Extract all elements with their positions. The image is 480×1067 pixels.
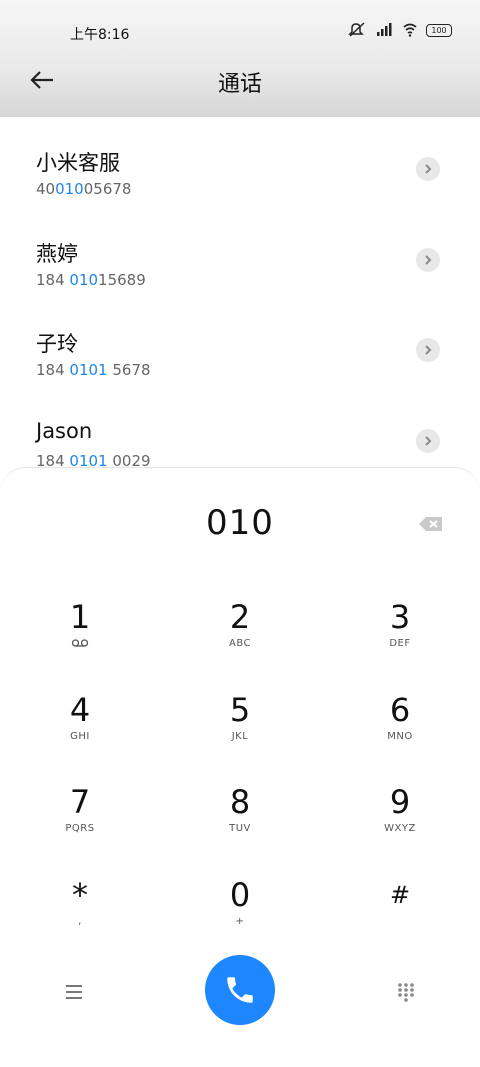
dial-key-hash[interactable]: # <box>340 876 460 956</box>
contact-name: 燕婷 <box>36 242 78 266</box>
contact-name: 小米客服 <box>36 151 120 175</box>
key-letters: ABC <box>228 638 251 649</box>
status-icons: 100 <box>348 22 452 38</box>
call-button[interactable] <box>205 955 275 1025</box>
chevron-right-icon <box>425 255 432 265</box>
wifi-icon <box>403 23 417 37</box>
dial-key-4[interactable]: 4 GHI <box>20 691 140 771</box>
key-letters: PQRS <box>65 823 95 834</box>
dialpad-toggle-button[interactable] <box>394 980 418 1004</box>
number-suffix: 15689 <box>98 271 146 289</box>
key-digit: * <box>72 876 88 914</box>
key-letters: TUV <box>229 823 251 834</box>
number-suffix: 05678 <box>83 180 132 198</box>
contact-name: 子玲 <box>36 332 78 356</box>
key-letters: MNO <box>387 731 413 742</box>
mute-vibrate-icon <box>348 22 365 37</box>
dial-input[interactable]: 010 <box>0 503 480 543</box>
chevron-right-icon <box>425 164 432 174</box>
key-letters: DEF <box>389 638 411 649</box>
contact-detail-button[interactable] <box>416 157 440 181</box>
dial-key-1[interactable]: 1 <box>20 598 140 678</box>
dial-key-9[interactable]: 9 WXYZ <box>340 783 460 863</box>
dial-key-5[interactable]: 5 JKL <box>180 691 300 771</box>
dial-key-3[interactable]: 3 DEF <box>340 598 460 678</box>
key-letters: , <box>78 916 82 927</box>
number-prefix: 184 <box>36 361 70 379</box>
voicemail-icon <box>20 638 140 651</box>
key-digit: 6 <box>389 691 411 729</box>
dialpad-icon <box>398 983 414 1002</box>
dial-key-2[interactable]: 2 ABC <box>180 598 300 678</box>
key-digit: 8 <box>229 783 251 821</box>
key-digit: 0 <box>229 876 251 914</box>
contact-detail-button[interactable] <box>416 248 440 272</box>
contact-item[interactable]: 子玲 184 0101 5678 <box>0 328 480 419</box>
dial-key-8[interactable]: 8 TUV <box>180 783 300 863</box>
menu-button[interactable] <box>62 980 86 1004</box>
contact-number: 184 01015689 <box>36 271 146 289</box>
header: 上午8:16 100 通话 <box>0 0 480 117</box>
contact-detail-button[interactable] <box>416 338 440 362</box>
contact-item[interactable]: 小米客服 4001005678 <box>0 147 480 238</box>
chevron-right-icon <box>425 345 432 355</box>
number-match: 010 <box>69 271 99 289</box>
contact-number: 4001005678 <box>36 180 131 198</box>
number-match: 010 <box>55 180 84 198</box>
key-digit: 7 <box>69 783 91 821</box>
number-suffix: 5678 <box>107 361 151 379</box>
key-letters: WXYZ <box>384 823 416 834</box>
menu-icon <box>66 985 82 999</box>
status-time: 上午8:16 <box>70 27 130 43</box>
dial-key-star[interactable]: * , <box>20 876 140 956</box>
chevron-right-icon <box>425 436 432 446</box>
backspace-icon <box>419 517 442 531</box>
number-match: 0101 <box>69 361 108 379</box>
battery-icon: 100 <box>426 23 452 37</box>
number-prefix: 40 <box>36 180 56 198</box>
key-letters: + <box>235 916 245 927</box>
contact-name: Jason <box>36 419 93 443</box>
page-title: 通话 <box>217 72 262 97</box>
key-digit: 3 <box>389 598 411 636</box>
dial-key-6[interactable]: 6 MNO <box>340 691 460 771</box>
key-digit: 1 <box>69 598 91 636</box>
key-digit: 2 <box>229 598 251 636</box>
key-digit: 5 <box>229 691 251 729</box>
battery-level: 100 <box>431 25 447 35</box>
contact-number: 184 0101 5678 <box>36 361 151 379</box>
key-letters: GHI <box>70 731 90 742</box>
key-digit: # <box>389 881 411 909</box>
contact-item[interactable]: 燕婷 184 01015689 <box>0 238 480 329</box>
key-digit: 9 <box>389 783 411 821</box>
number-prefix: 184 <box>36 271 70 289</box>
backspace-button[interactable] <box>418 514 444 534</box>
dial-key-7[interactable]: 7 PQRS <box>20 783 140 863</box>
phone-icon <box>227 977 253 1003</box>
dial-key-0[interactable]: 0 + <box>180 876 300 956</box>
signal-icon <box>377 23 392 36</box>
contact-detail-button[interactable] <box>416 429 440 453</box>
key-digit: 4 <box>69 691 91 729</box>
key-letters: JKL <box>231 731 249 742</box>
